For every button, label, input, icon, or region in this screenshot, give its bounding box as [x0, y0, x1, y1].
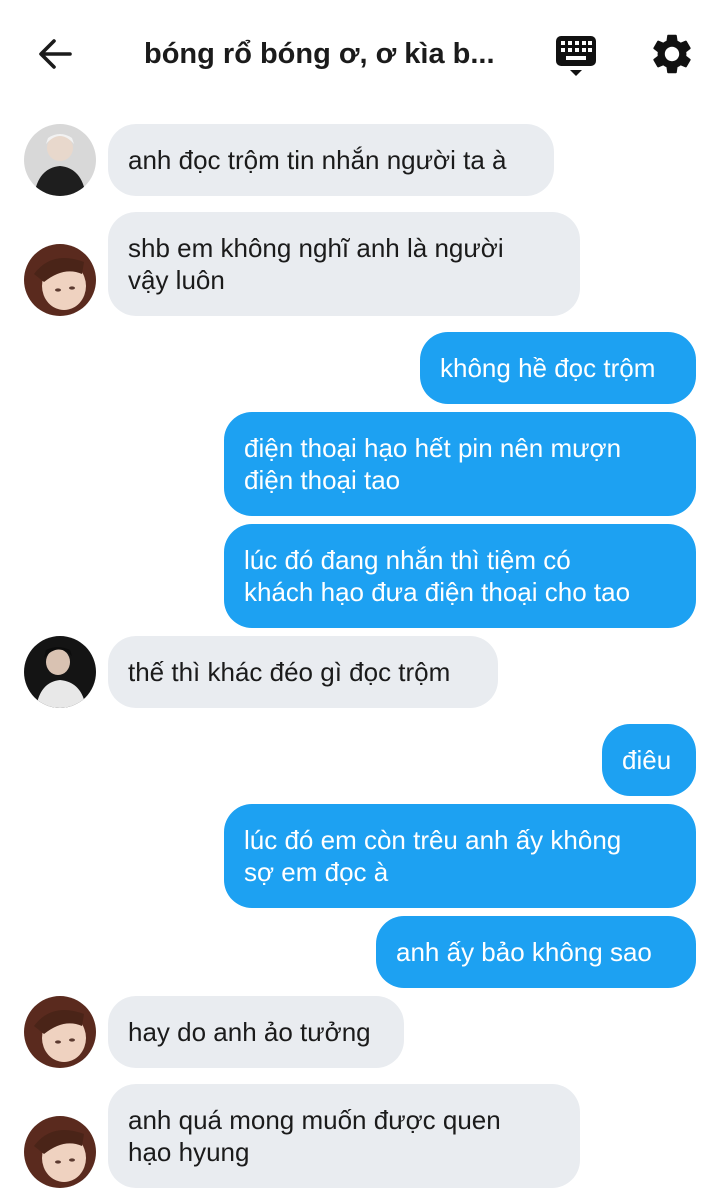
settings-button[interactable]	[648, 30, 696, 78]
avatar[interactable]	[24, 124, 96, 196]
avatar-user-2	[24, 244, 96, 316]
keyboard-button[interactable]	[552, 32, 600, 80]
avatar-user-3	[24, 636, 96, 708]
message-bubble-incoming[interactable]: shb em không nghĩ anh là người vậy luôn	[108, 212, 580, 316]
avatar[interactable]	[24, 244, 96, 316]
message-bubble-outgoing[interactable]: điêu	[602, 724, 696, 796]
avatar-user-2	[24, 996, 96, 1068]
avatar-user-2	[24, 1116, 96, 1188]
avatar[interactable]	[24, 996, 96, 1068]
message-bubble-outgoing[interactable]: lúc đó em còn trêu anh ấy không sợ em đọ…	[224, 804, 696, 908]
message-bubble-incoming[interactable]: thế thì khác đéo gì đọc trộm	[108, 636, 498, 708]
keyboard-icon	[556, 36, 596, 76]
message-bubble-outgoing[interactable]: không hề đọc trộm	[420, 332, 696, 404]
gear-icon	[653, 34, 691, 74]
message-bubble-outgoing[interactable]: điện thoại hạo hết pin nên mượn điện tho…	[224, 412, 696, 516]
back-button[interactable]	[34, 32, 78, 76]
conversation-title: bóng rổ bóng ơ, ơ kìa b...	[144, 38, 495, 70]
avatar-user-1	[24, 124, 96, 196]
message-bubble-outgoing[interactable]: anh ấy bảo không sao	[376, 916, 696, 988]
chat-header: bóng rổ bóng ơ, ơ kìa b...	[0, 0, 720, 108]
avatar[interactable]	[24, 636, 96, 708]
message-bubble-incoming[interactable]: hay do anh ảo tưởng	[108, 996, 404, 1068]
message-bubble-incoming[interactable]: anh quá mong muốn được quen hạo hyung	[108, 1084, 580, 1188]
message-bubble-outgoing[interactable]: lúc đó đang nhắn thì tiệm có khách hạo đ…	[224, 524, 696, 628]
arrow-left-icon	[39, 39, 72, 69]
message-bubble-incoming[interactable]: anh đọc trộm tin nhắn người ta à	[108, 124, 554, 196]
avatar[interactable]	[24, 1116, 96, 1188]
